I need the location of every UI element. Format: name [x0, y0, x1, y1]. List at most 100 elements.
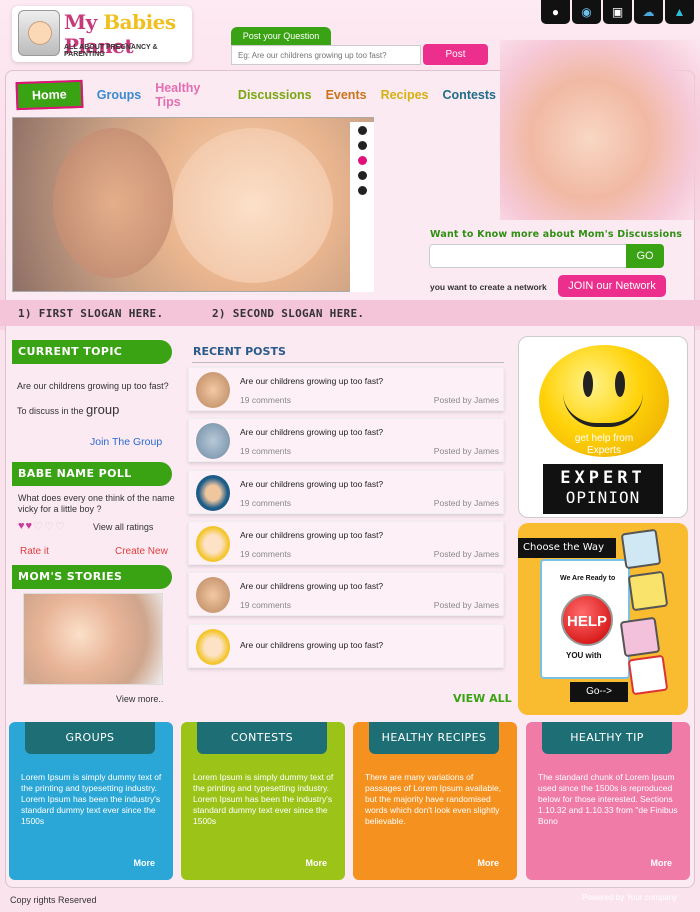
blonde-woman-icon	[196, 526, 230, 562]
top-icon-bar: ● ◉ ▣ ☁ ▲	[541, 0, 694, 24]
view-more-link[interactable]: View more..	[116, 694, 163, 704]
nav-discussions[interactable]: Discussions	[238, 88, 312, 102]
divider	[192, 362, 504, 363]
post-question[interactable]: Are our childrens growing up too fast?	[240, 427, 383, 437]
post-question[interactable]: Are our childrens growing up too fast?	[240, 581, 383, 591]
expert-opinion-panel: EXPERT OPINION	[543, 464, 663, 514]
man-face-icon	[196, 577, 230, 613]
site-logo[interactable]: My Babies Planet ALL ABOUT PREGNANCY & P…	[12, 6, 192, 62]
post-item[interactable]: Are our childrens growing up too fast? 1…	[188, 367, 504, 411]
hello-kitty-icon[interactable]	[619, 616, 661, 658]
slideshow-pager	[350, 122, 374, 292]
cloud-icon[interactable]: ☁	[634, 0, 663, 24]
copyright-text: Copy rights Reserved	[10, 895, 97, 905]
post-comments[interactable]: 19 comments	[240, 446, 291, 456]
dashboard-icon[interactable]: ◉	[572, 0, 601, 24]
post-author: Posted by James	[433, 498, 499, 508]
nav-events[interactable]: Events	[326, 88, 367, 102]
post-item[interactable]: Are our childrens growing up too fast? 1…	[188, 521, 504, 565]
more-link[interactable]: More	[477, 858, 499, 868]
question-input[interactable]	[231, 45, 421, 65]
user-silhouette-icon	[196, 423, 230, 459]
post-question[interactable]: Are our childrens growing up too fast?	[240, 479, 383, 489]
groups-box: GROUPS Lorem Ipsum is simply dummy text …	[9, 722, 173, 880]
box-text: There are many variations of passages of…	[365, 772, 502, 826]
join-network-button[interactable]: JOIN our Network	[558, 275, 666, 297]
nav-groups[interactable]: Groups	[97, 88, 141, 102]
slide-dot[interactable]	[357, 171, 367, 180]
twitter-icon[interactable]: ▲	[665, 0, 694, 24]
current-topic-title: CURRENT TOPIC	[12, 340, 172, 364]
hero-slideshow-image	[12, 117, 374, 292]
discussion-search-input[interactable]	[429, 244, 627, 268]
post-button[interactable]: Post	[423, 44, 488, 65]
powered-by-text: Powered by Your company	[582, 893, 678, 902]
lock-icon[interactable]: ▣	[603, 0, 632, 24]
post-item[interactable]: Are our childrens growing up too fast? 1…	[188, 418, 504, 462]
box-title: GROUPS	[25, 722, 155, 754]
camera-icon[interactable]	[620, 528, 662, 570]
box-title: CONTESTS	[197, 722, 327, 754]
baby-name-poll-title: BABE NAME POLL	[12, 462, 172, 486]
box-text: Lorem Ipsum is simply dummy text of the …	[193, 772, 334, 826]
create-new-link[interactable]: Create New	[115, 546, 168, 557]
baby-face-icon	[18, 10, 60, 56]
post-item[interactable]: Are our childrens growing up too fast? 1…	[188, 470, 504, 514]
man-face-icon	[196, 372, 230, 408]
star-rating[interactable]: ♥ ♥ ♡ ♡ ♡	[18, 520, 65, 533]
toy-icon[interactable]	[627, 570, 669, 612]
box-text: The standard chunk of Lorem Ipsum used s…	[538, 772, 678, 826]
post-comments[interactable]: 19 comments	[240, 395, 291, 405]
heart-outline-icon: ♡	[33, 521, 43, 533]
post-comments[interactable]: 19 comments	[240, 498, 291, 508]
post-comments[interactable]: 19 comments	[240, 549, 291, 559]
ready-to-text: We Are Ready to	[560, 575, 616, 582]
choose-the-way-box: Choose the Way We Are Ready to HELP YOU …	[518, 523, 688, 715]
nav-contests[interactable]: Contests	[443, 88, 496, 102]
go-button[interactable]: Go-->	[570, 682, 628, 702]
main-nav: Home Groups Healthy Tips Discussions Eve…	[15, 79, 496, 111]
nav-recipes[interactable]: Recipes	[381, 88, 429, 102]
no-sign-icon[interactable]	[627, 654, 669, 696]
discuss-in-group-text: To discuss in the group	[17, 402, 120, 417]
recent-posts-title: RECENT POSTS	[193, 345, 286, 358]
post-comments[interactable]: 19 comments	[240, 600, 291, 610]
expert-opinion-box[interactable]: get help from Experts EXPERT OPINION	[518, 336, 688, 518]
join-group-link[interactable]: Join The Group	[90, 436, 162, 448]
bulb-icon[interactable]: ●	[541, 0, 570, 24]
more-link[interactable]: More	[133, 858, 155, 868]
current-topic-question[interactable]: Are our childrens growing up too fast?	[17, 381, 169, 391]
baby-banner-image	[500, 40, 700, 220]
post-item[interactable]: Are our childrens growing up too fast? 1…	[188, 572, 504, 616]
help-button[interactable]: HELP	[561, 594, 613, 646]
post-question-tab: Post your Question	[231, 27, 331, 46]
more-link[interactable]: More	[650, 858, 672, 868]
slide-dot[interactable]	[357, 141, 367, 150]
post-author: Posted by James	[433, 446, 499, 456]
post-question[interactable]: Are our childrens growing up too fast?	[240, 640, 383, 650]
heart-outline-icon: ♡	[54, 521, 65, 533]
heart-icon: ♥	[18, 520, 25, 532]
slide-dot[interactable]	[357, 186, 367, 195]
slide-dot[interactable]	[357, 126, 367, 135]
get-help-text: get help from Experts	[574, 433, 634, 456]
post-item[interactable]: Are our childrens growing up too fast?	[188, 624, 504, 668]
more-link[interactable]: More	[305, 858, 327, 868]
post-author: Posted by James	[433, 395, 499, 405]
heart-icon: ♥	[25, 520, 33, 532]
slide-dot-active[interactable]	[357, 156, 367, 165]
post-question[interactable]: Are our childrens growing up too fast?	[240, 376, 383, 386]
you-with-text: YOU with	[566, 651, 602, 660]
rate-it-link[interactable]: Rate it	[20, 546, 49, 557]
choose-the-way-title: Choose the Way	[518, 538, 616, 558]
post-question[interactable]: Are our childrens growing up too fast?	[240, 530, 383, 540]
nav-healthy-tips[interactable]: Healthy Tips	[155, 81, 224, 109]
help-card: We Are Ready to HELP YOU with	[540, 559, 630, 679]
slogan-second: 2) SECOND SLOGAN HERE.	[212, 307, 365, 320]
healthy-recipes-box: HEALTHY RECIPES There are many variation…	[353, 722, 517, 880]
nav-home[interactable]: Home	[15, 79, 84, 111]
view-all-link[interactable]: VIEW ALL	[453, 692, 512, 705]
story-image[interactable]	[23, 593, 163, 685]
go-button[interactable]: GO	[626, 244, 664, 268]
view-all-ratings-link[interactable]: View all ratings	[93, 522, 153, 532]
